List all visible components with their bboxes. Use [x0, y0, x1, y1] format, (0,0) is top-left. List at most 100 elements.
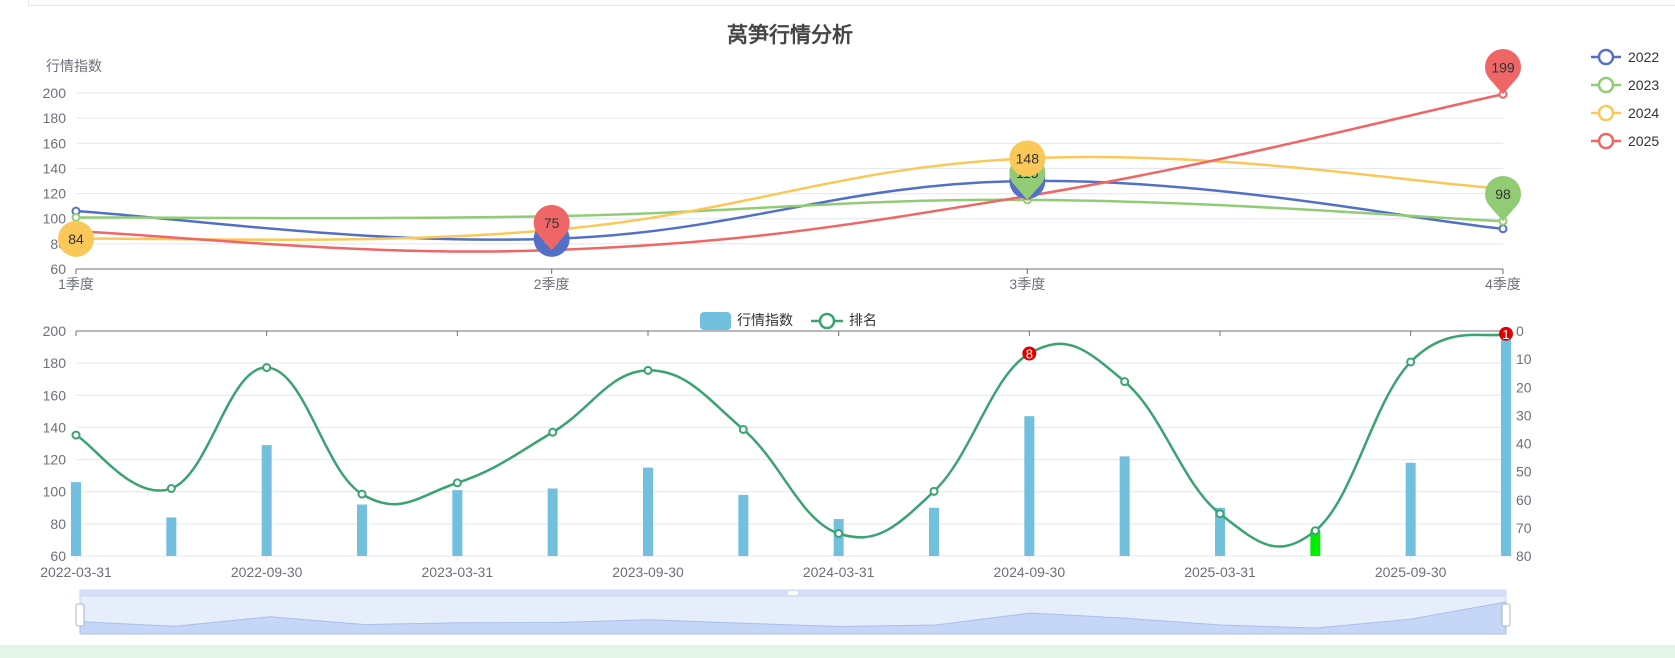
bar-2023-03-31: [452, 490, 463, 556]
bottom-markers: 81: [1022, 326, 1513, 362]
top-y-tick-label: 100: [43, 211, 67, 227]
rank-point-2025-09-30: [1406, 357, 1416, 367]
bar-2023-12-31: [738, 494, 749, 556]
data-zoom-slider[interactable]: [75, 589, 1511, 635]
top-x-tick-label: 4季度: [1485, 276, 1521, 292]
top-y-tick-label: 180: [43, 110, 67, 126]
bottom-y-right-tick-label: 50: [1516, 464, 1532, 480]
top-y-tick-label: 160: [43, 135, 67, 151]
series-line-2022: [75, 179, 1504, 241]
zoom-handle-right: [1501, 603, 1511, 627]
rank-line: [75, 332, 1507, 548]
rank-marker-label: 1: [1502, 327, 1509, 342]
charts-canvas: 莴笋行情分析 行情指数 60801001201401601802001季度 2季度…: [40, 23, 1659, 635]
bar-2023-06-30: [547, 488, 558, 556]
top-markers: 84130751991159884148: [58, 49, 1521, 257]
bottom-y-left-tick-label: 140: [43, 419, 67, 435]
marker-label-2025: 75: [544, 215, 560, 231]
y-axis-label: 行情指数: [46, 58, 102, 74]
legend-symbol-2025: [1597, 132, 1615, 150]
rank-point-2024-06-30: [929, 486, 939, 496]
rank-point-2023-06-30: [548, 427, 558, 437]
rank-point-2024-03-31: [834, 529, 844, 538]
bottom-y-right-tick-label: 40: [1516, 436, 1532, 452]
bar-2023-09-30: [643, 467, 653, 556]
bottom-y-left-tick-label: 120: [43, 452, 67, 468]
rank-point-2022-06-30: [166, 484, 176, 493]
marker-label-2023: 98: [1495, 186, 1511, 202]
bottom-y-right-tick-label: 60: [1516, 492, 1532, 508]
rank-point-2022-09-30: [262, 363, 272, 373]
top-y-tick-label: 120: [43, 186, 67, 202]
bottom-x-tick-label: 2023-03-31: [422, 564, 494, 580]
top-y-tick-label: 140: [43, 160, 67, 176]
bottom-y-right-tick-label: 0: [1516, 323, 1524, 339]
bottom-y-left-tick-label: 80: [50, 516, 66, 532]
bar-2022-03-31: [71, 482, 81, 556]
bottom-x-tick-label: 2022-09-30: [231, 564, 303, 580]
rank-point-2023-03-31: [452, 478, 462, 488]
rank-point-2023-12-31: [738, 424, 748, 434]
bottom-y-right-tick-label: 20: [1516, 379, 1532, 395]
top-legend[interactable]: 2022 2023 2024 2025: [1591, 48, 1659, 150]
rank-point-2022-12-31: [357, 489, 367, 499]
top-x-tick-label: 1季度: [58, 276, 94, 292]
bar-2025-12-31: [1501, 332, 1511, 556]
zoom-handle-left: [75, 603, 85, 627]
bar-2025-09-30: [1405, 462, 1416, 556]
top-axis: 60801001201401601802001季度 2季度 3季度 4季度: [43, 85, 1521, 292]
bottom-x-tick-label: 2025-03-31: [1184, 564, 1256, 580]
rank-point-2024-12-31: [1120, 377, 1130, 387]
footer-strip: [0, 645, 1675, 658]
bar-2022-09-30: [261, 445, 272, 556]
top-x-tick-label: 2季度: [534, 276, 570, 292]
bottom-legend[interactable]: 行情指数 排名: [700, 312, 877, 330]
bottom-y-right-tick-label: 70: [1516, 520, 1532, 536]
bottom-y-right-tick-label: 80: [1516, 548, 1532, 564]
legend-bar-symbol: [700, 312, 731, 330]
bottom-x-tick-label: 2024-03-31: [803, 564, 875, 580]
rank-marker-label: 8: [1026, 347, 1033, 362]
rank-point-2022-03-31: [71, 430, 81, 440]
top-grid: [76, 92, 1503, 245]
legend-line-symbol-dot: [818, 312, 836, 330]
bottom-y-right-tick-label: 30: [1516, 407, 1532, 423]
legend-bar-label: 行情指数: [737, 312, 793, 328]
legend-symbol-2022: [1597, 48, 1615, 66]
bottom-grid: [76, 330, 1506, 525]
zoom-drag-grip: [788, 591, 798, 595]
legend-line-label: 排名: [849, 312, 877, 328]
legend-label-2024: 2024: [1628, 105, 1659, 121]
bar-2022-06-30: [166, 517, 177, 556]
bar-2024-06-30: [929, 507, 939, 556]
bottom-x-tick-label: 2025-09-30: [1375, 564, 1447, 580]
data-point-2023: [71, 212, 81, 222]
legend-label-2023: 2023: [1628, 77, 1659, 93]
bar-2024-09-30: [1024, 416, 1035, 556]
chart-title: 莴笋行情分析: [727, 23, 853, 47]
bottom-y-left-tick-label: 60: [50, 548, 66, 564]
bottom-x-tick-label: 2024-09-30: [994, 564, 1066, 580]
rank-point-2025-06-30: [1310, 526, 1320, 536]
top-x-tick-label: 3季度: [1009, 276, 1045, 292]
bar-2024-12-31: [1119, 456, 1130, 556]
rank-point-2023-09-30: [643, 365, 653, 375]
legend-symbol-2023: [1597, 76, 1615, 94]
bottom-y-left-tick-label: 100: [43, 484, 67, 500]
legend-label-2022: 2022: [1628, 49, 1659, 65]
bottom-y-right-tick-label: 10: [1516, 351, 1532, 367]
marker-label-2025: 199: [1491, 59, 1515, 75]
series-line-2023: [75, 198, 1504, 223]
top-y-tick-label: 200: [43, 85, 67, 101]
marker-label-2024: 84: [68, 231, 84, 247]
bottom-y-left-tick-label: 180: [43, 355, 67, 371]
top-y-tick-label: 60: [50, 261, 66, 277]
bottom-x-tick-label: 2023-09-30: [612, 564, 684, 580]
legend-label-2025: 2025: [1628, 133, 1659, 149]
bottom-y-left-tick-label: 160: [43, 387, 67, 403]
rank-point-2025-03-31: [1215, 509, 1225, 519]
bottom-bars: [71, 332, 1511, 556]
data-point-2022: [1498, 224, 1508, 234]
bottom-x-tick-label: 2022-03-31: [40, 564, 112, 580]
bar-2022-12-31: [357, 504, 367, 556]
